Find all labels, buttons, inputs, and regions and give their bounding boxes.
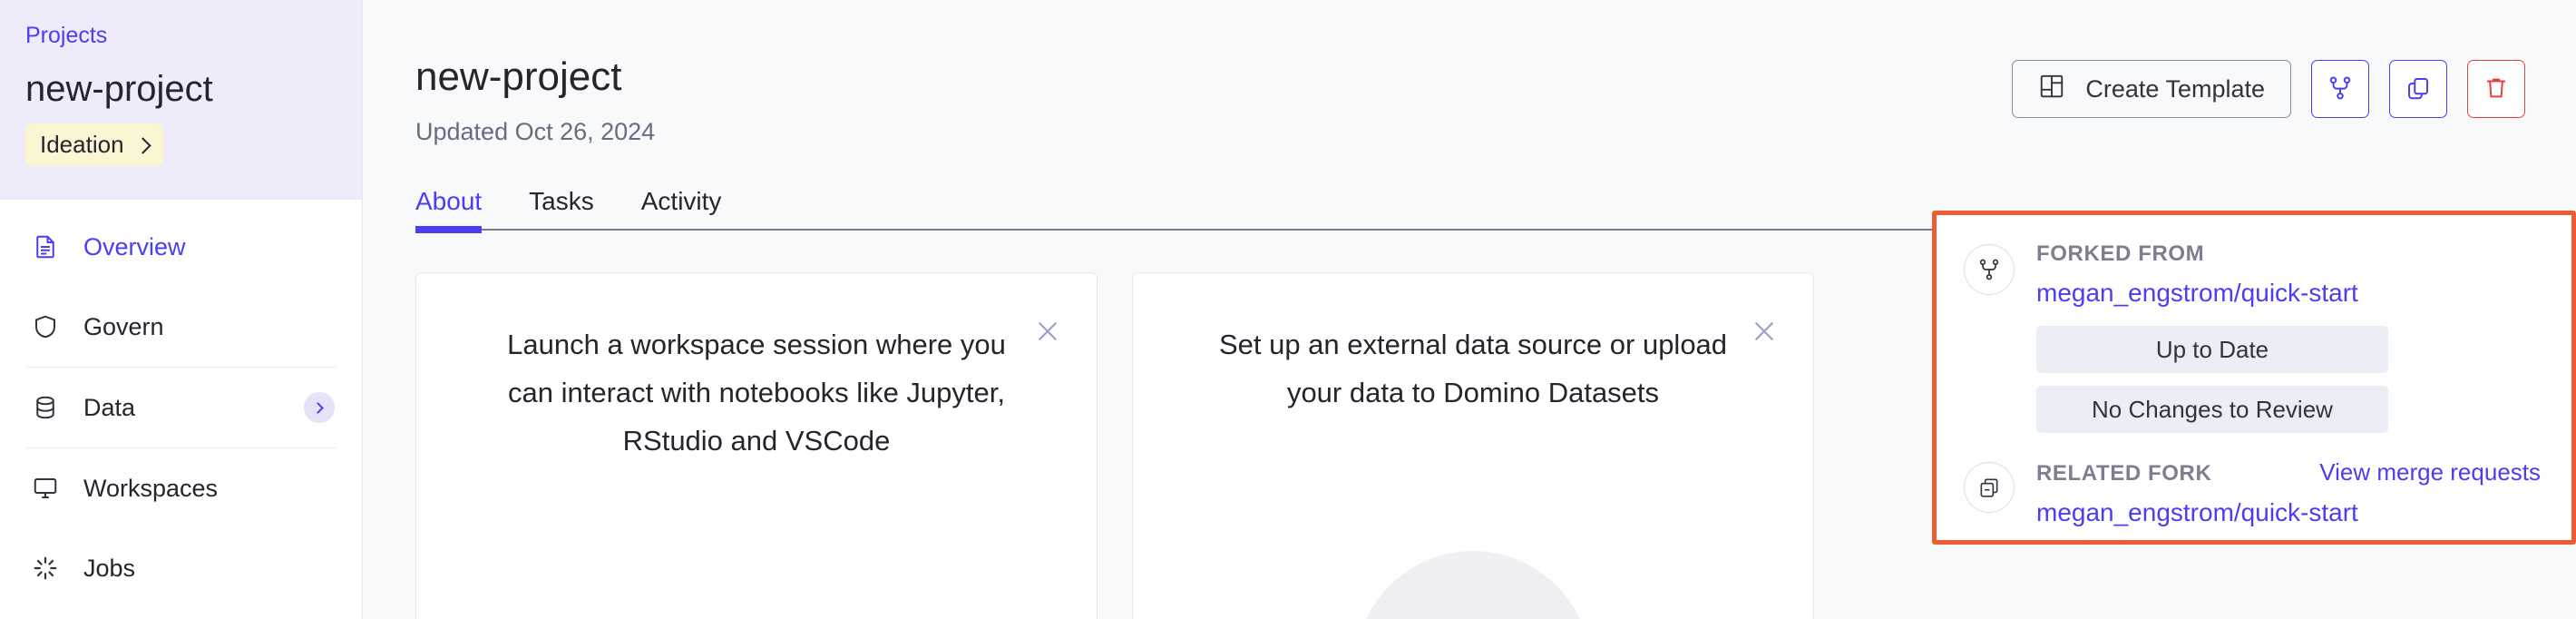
forked-from-row: FORKED FROM megan_engstrom/quick-start U… [1964,241,2541,433]
copy-icon [1964,462,2015,513]
onboarding-card-workspace: Launch a workspace session where you can… [415,272,1098,619]
card-text: Launch a workspace session where you can… [507,329,1006,457]
database-icon [31,393,60,422]
main-content: new-project Updated Oct 26, 2024 Create … [363,0,2576,619]
sidebar-item-overview[interactable]: Overview [0,207,362,287]
page-updated-text: Updated Oct 26, 2024 [415,118,656,145]
sidebar-nav: Overview Govern Data Workspaces Jobs [0,200,362,619]
sidebar-item-govern[interactable]: Govern [0,287,362,367]
copy-icon [2405,74,2432,104]
sidebar: Projects new-project Ideation Overview G… [0,0,363,619]
duplicate-button[interactable] [2389,60,2447,118]
sidebar-item-data[interactable]: Data [0,368,362,447]
sidebar-item-workspaces[interactable]: Workspaces [0,448,362,528]
onboarding-card-data: Set up an external data source or upload… [1132,272,1814,619]
sidebar-item-label: Jobs [83,554,136,582]
forked-from-body: FORKED FROM megan_engstrom/quick-start U… [2036,241,2541,433]
chevron-right-icon [311,401,324,414]
sidebar-item-jobs[interactable]: Jobs [0,528,362,608]
trash-icon [2483,74,2510,104]
view-merge-requests-link[interactable]: View merge requests [2319,458,2541,486]
project-stage-badge[interactable]: Ideation [25,123,163,166]
status-no-changes-to-review[interactable]: No Changes to Review [2036,386,2388,433]
tab-activity[interactable]: Activity [641,187,722,229]
sidebar-header: Projects new-project Ideation [0,0,362,200]
fork-button[interactable] [2311,60,2369,118]
chevron-right-icon [133,136,151,154]
page-header: new-project Updated Oct 26, 2024 Create … [363,0,2576,147]
spinner-icon [31,554,60,583]
tab-about[interactable]: About [415,187,483,233]
sidebar-item-label: Workspaces [83,474,219,502]
create-template-button[interactable]: Create Template [2012,60,2291,118]
delete-button[interactable] [2467,60,2525,118]
related-fork-body: RELATED FORK View merge requests megan_e… [2036,458,2541,533]
layout-icon [2038,73,2065,106]
shield-icon [31,312,60,341]
data-expand-badge[interactable] [304,392,335,423]
card-text: Set up an external data source or upload… [1218,329,1728,408]
fork-icon [1964,244,2015,295]
sidebar-project-name: new-project [25,69,213,109]
related-fork-label-row: RELATED FORK View merge requests [2036,458,2541,487]
fork-icon [2327,74,2354,104]
close-icon[interactable] [1031,315,1064,348]
project-stage-label: Ideation [40,131,124,158]
related-fork-link[interactable]: megan_engstrom/quick-start [2036,493,2541,533]
forked-from-label: FORKED FROM [2036,241,2205,266]
card-decoration-circle [1355,551,1591,619]
monitor-icon [31,474,60,503]
forked-from-link[interactable]: megan_engstrom/quick-start [2036,273,2541,313]
sidebar-item-label: Overview [83,232,186,260]
document-icon [31,232,60,261]
sidebar-item-label: Data [83,393,136,421]
sidebar-item-label: Govern [83,312,164,340]
status-up-to-date[interactable]: Up to Date [2036,326,2388,373]
header-actions: Create Template [2012,60,2525,118]
page-title: new-project [415,54,622,99]
fork-info-panel: FORKED FROM megan_engstrom/quick-start U… [1932,211,2576,545]
tab-tasks[interactable]: Tasks [529,187,594,229]
app-root: Projects new-project Ideation Overview G… [0,0,2576,619]
breadcrumb-projects-link[interactable]: Projects [25,20,107,51]
page-title-block: new-project Updated Oct 26, 2024 [415,53,2012,147]
related-fork-label: RELATED FORK [2036,461,2212,486]
related-fork-row: RELATED FORK View merge requests megan_e… [1964,458,2541,533]
close-icon[interactable] [1748,315,1781,348]
create-template-label: Create Template [2085,74,2265,103]
